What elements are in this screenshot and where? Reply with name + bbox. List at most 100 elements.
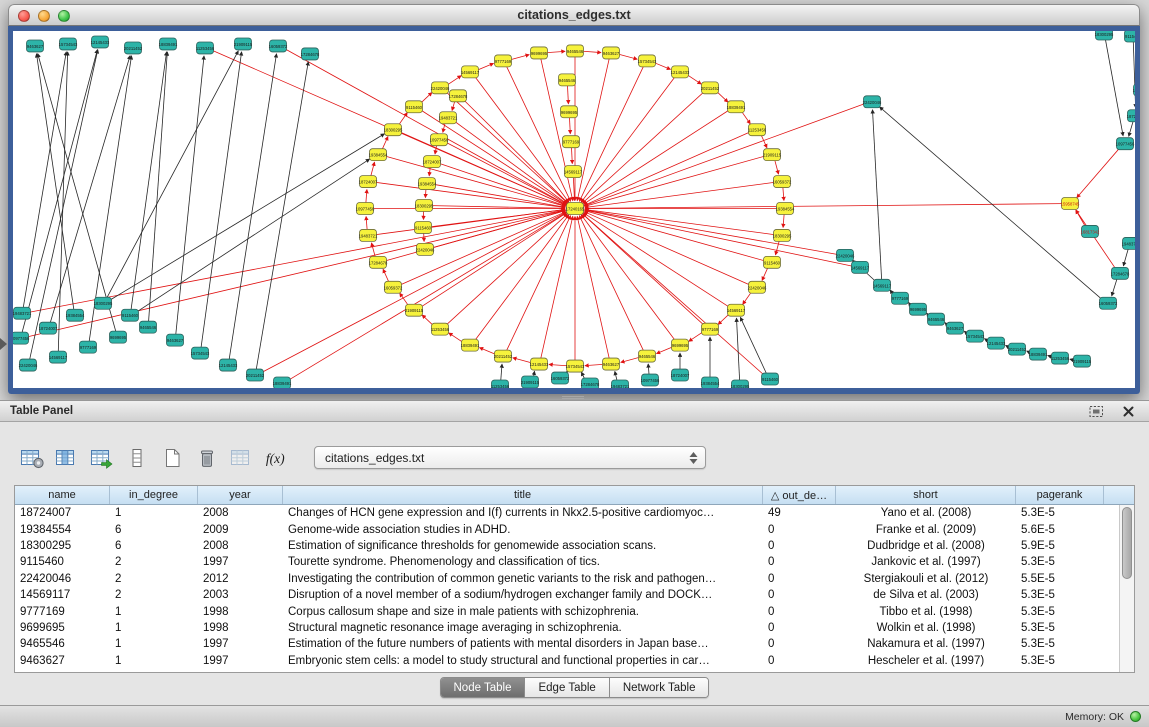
graph-node[interactable]: 18839491 — [159, 38, 178, 50]
graph-node[interactable]: 9115460 — [762, 373, 779, 385]
graph-node[interactable]: 9463627 — [603, 358, 620, 370]
table-row[interactable]: 946554611997Estimation of the future num… — [15, 636, 1119, 652]
graph-node[interactable]: 10977456 — [356, 203, 375, 215]
graph-node[interactable]: 17284678 — [449, 90, 468, 102]
graph-node[interactable]: 9777169 — [80, 341, 97, 353]
graph-node[interactable]: 15734543 — [638, 55, 657, 67]
graph-node[interactable]: 18300295 — [1095, 31, 1114, 40]
graph-node[interactable]: 9115460 — [415, 221, 432, 233]
graph-node[interactable]: 9465546 — [928, 313, 945, 325]
graph-node[interactable]: 10977456 — [641, 374, 660, 386]
graph-node[interactable]: 9463627 — [167, 334, 184, 346]
graph-node[interactable]: 19384554 — [369, 149, 388, 161]
graph-node[interactable]: 9115460 — [1125, 31, 1136, 42]
graph-node[interactable]: 9465546 — [639, 350, 656, 362]
graph-node[interactable]: 21909115 — [1073, 355, 1092, 367]
graph-node[interactable]: 15958745 — [1061, 198, 1080, 210]
function-builder-icon[interactable]: f(x) — [263, 445, 290, 470]
zoom-window-button[interactable] — [58, 10, 70, 22]
panel-resize-grip[interactable] — [562, 396, 584, 399]
graph-node[interactable]: 16059372 — [1099, 297, 1118, 309]
graph-node[interactable]: 20211452 — [701, 82, 720, 94]
graph-node[interactable]: 18300295 — [384, 124, 403, 136]
graph-node[interactable]: 11253456 — [491, 380, 510, 388]
table-row[interactable]: 1456911722003Disruption of a novel membe… — [15, 587, 1119, 603]
graph-node[interactable]: 12145433 — [530, 358, 549, 370]
graph-node[interactable]: 22420046 — [431, 82, 450, 94]
graph-node[interactable]: 20211452 — [246, 369, 265, 381]
graph-node[interactable]: 9463627 — [603, 47, 620, 59]
table-source-select[interactable]: citations_edges.txt — [314, 446, 706, 469]
table-scrollbar[interactable] — [1119, 505, 1134, 672]
graph-node[interactable]: 16059372 — [773, 176, 792, 188]
graph-node[interactable]: 14569117 — [461, 66, 480, 78]
graph-node[interactable]: 12145433 — [987, 337, 1006, 349]
graph-node[interactable]: 18300295 — [415, 200, 434, 212]
network-canvas[interactable]: 1724016519384554183002959115460224200461… — [13, 31, 1135, 388]
table-scrollbar-thumb[interactable] — [1122, 507, 1132, 579]
column-header-year[interactable]: year — [198, 486, 283, 504]
graph-node[interactable]: 18724007 — [423, 156, 442, 168]
graph-node[interactable]: 11253456 — [431, 323, 450, 335]
column-header-pagerank[interactable]: pagerank — [1016, 486, 1104, 504]
table-row[interactable]: 946362711997Embryonic stem cells: a mode… — [15, 653, 1119, 669]
table-disabled-icon[interactable] — [228, 445, 255, 470]
graph-node[interactable]: 18839491 — [273, 377, 292, 388]
graph-node[interactable]: 9115460 — [122, 309, 139, 321]
minimize-window-button[interactable] — [38, 10, 50, 22]
graph-node[interactable]: 18839491 — [727, 101, 746, 113]
table-row[interactable]: 911546021997Tourette syndrome. Phenomeno… — [15, 554, 1119, 570]
table-row[interactable]: 977716911998Corpus callosum shape and si… — [15, 603, 1119, 619]
graph-node[interactable]: 19384554 — [66, 309, 85, 321]
graph-node[interactable]: 19483721 — [13, 307, 32, 319]
graph-node[interactable]: 9115460 — [406, 101, 423, 113]
graph-node[interactable]: 9777169 — [702, 323, 719, 335]
graph-node[interactable]: 9465546 — [567, 45, 584, 57]
graph-node[interactable]: 11253456 — [748, 124, 767, 136]
graph-node[interactable]: 19384554 — [1133, 84, 1135, 96]
graph-node[interactable]: 15734543 — [966, 330, 985, 342]
table-row[interactable]: 1938455462009Genome-wide association stu… — [15, 521, 1119, 537]
delete-table-icon[interactable] — [193, 445, 220, 470]
table-row[interactable]: 2242004622012Investigating the contribut… — [15, 571, 1119, 587]
graph-node[interactable]: 17284678 — [581, 378, 600, 388]
table-rows-icon[interactable] — [123, 445, 150, 470]
graph-node[interactable]: 20211452 — [494, 350, 513, 362]
graph-node[interactable]: 21909115 — [521, 376, 540, 388]
graph-node[interactable]: 16059372 — [269, 40, 288, 52]
graph-node[interactable]: 18839491 — [1029, 348, 1048, 360]
table-row[interactable]: 1830029562008Estimation of significance … — [15, 538, 1119, 554]
graph-node[interactable]: 22420046 — [863, 96, 882, 108]
column-header-name[interactable]: name — [15, 486, 110, 504]
graph-node[interactable]: 10977456 — [430, 134, 449, 146]
graph-node[interactable]: 17240165 — [566, 203, 585, 215]
table-options-icon[interactable] — [18, 445, 45, 470]
graph-node[interactable]: 9463627 — [27, 40, 44, 52]
graph-node[interactable]: 15734543 — [191, 347, 210, 359]
graph-node[interactable]: 18300295 — [731, 380, 750, 388]
graph-node[interactable]: 18724007 — [39, 322, 58, 334]
graph-node[interactable]: 9699695 — [110, 331, 127, 343]
graph-node[interactable]: 16059372 — [384, 281, 403, 293]
graph-node[interactable]: 20211452 — [1008, 343, 1027, 355]
graph-node[interactable]: 14569117 — [851, 261, 870, 273]
graph-node[interactable]: 22420046 — [416, 243, 435, 255]
graph-node[interactable]: 14569117 — [873, 279, 892, 291]
graph-node[interactable]: 9465546 — [140, 321, 157, 333]
graph-node[interactable]: 11253456 — [1051, 352, 1070, 364]
graph-node[interactable]: 21909115 — [234, 38, 253, 50]
graph-node[interactable]: 14569117 — [564, 166, 583, 178]
column-header-short[interactable]: short — [836, 486, 1016, 504]
graph-node[interactable]: 19483721 — [359, 229, 378, 241]
graph-node[interactable]: 11253456 — [196, 42, 215, 54]
new-file-icon[interactable] — [158, 445, 185, 470]
graph-node[interactable]: 21909115 — [405, 304, 424, 316]
graph-node[interactable]: 17284678 — [369, 256, 388, 268]
graph-node[interactable]: 22420046 — [748, 281, 767, 293]
tab-edge-table[interactable]: Edge Table — [525, 678, 609, 697]
graph-node[interactable]: 21909115 — [763, 149, 782, 161]
graph-node[interactable]: 19483721 — [611, 380, 630, 388]
graph-node[interactable]: 19384554 — [776, 203, 795, 215]
graph-node[interactable]: 18300295 — [773, 229, 792, 241]
tab-node-table[interactable]: Node Table — [441, 678, 526, 697]
